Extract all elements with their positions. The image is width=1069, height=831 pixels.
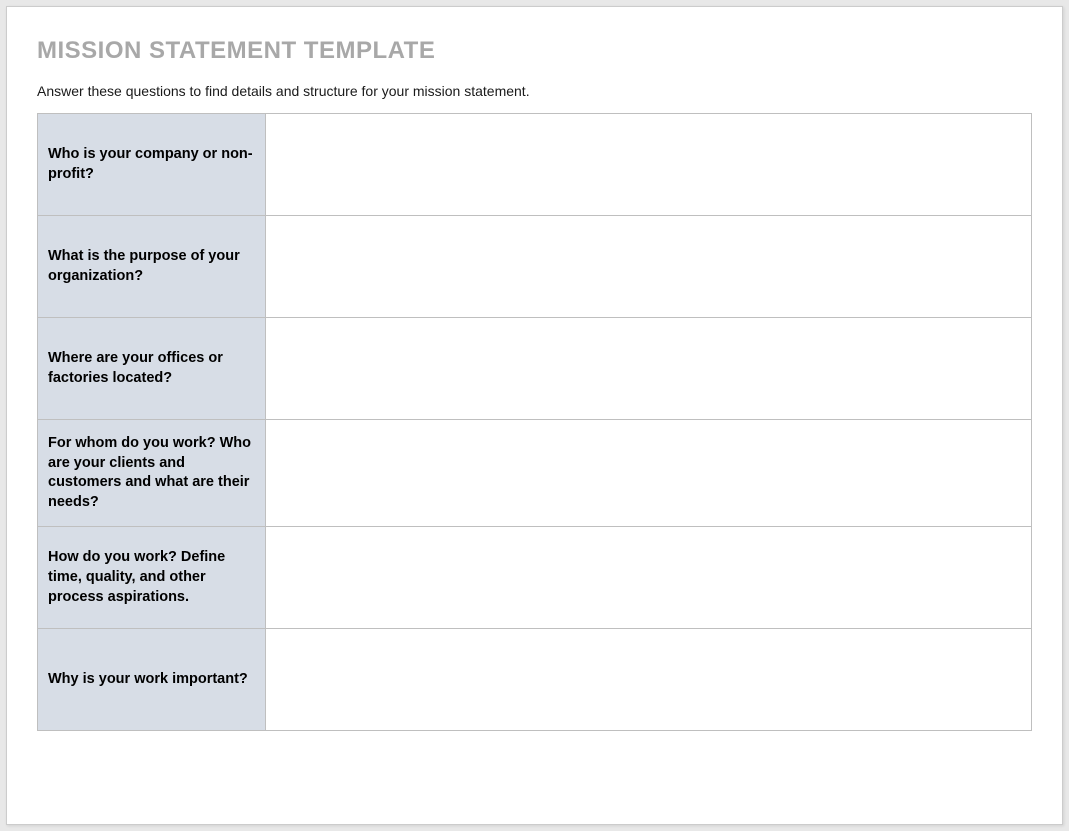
table-row: Why is your work important? [38,629,1032,731]
table-row: How do you work? Define time, quality, a… [38,527,1032,629]
answer-cell[interactable] [266,527,1032,629]
table-row: For whom do you work? Who are your clien… [38,420,1032,527]
question-cell: How do you work? Define time, quality, a… [38,527,266,629]
question-cell: Why is your work important? [38,629,266,731]
worksheet-table: Who is your company or non-profit? What … [37,113,1032,731]
answer-cell[interactable] [266,114,1032,216]
answer-cell[interactable] [266,629,1032,731]
table-row: Where are your offices or factories loca… [38,318,1032,420]
question-cell: What is the purpose of your organization… [38,216,266,318]
table-row: What is the purpose of your organization… [38,216,1032,318]
table-row: Who is your company or non-profit? [38,114,1032,216]
question-cell: For whom do you work? Who are your clien… [38,420,266,527]
question-cell: Where are your offices or factories loca… [38,318,266,420]
page-container: MISSION STATEMENT TEMPLATE Answer these … [6,6,1063,825]
answer-cell[interactable] [266,216,1032,318]
instructions-text: Answer these questions to find details a… [37,83,1032,99]
question-cell: Who is your company or non-profit? [38,114,266,216]
answer-cell[interactable] [266,318,1032,420]
answer-cell[interactable] [266,420,1032,527]
page-title: MISSION STATEMENT TEMPLATE [37,37,1032,65]
